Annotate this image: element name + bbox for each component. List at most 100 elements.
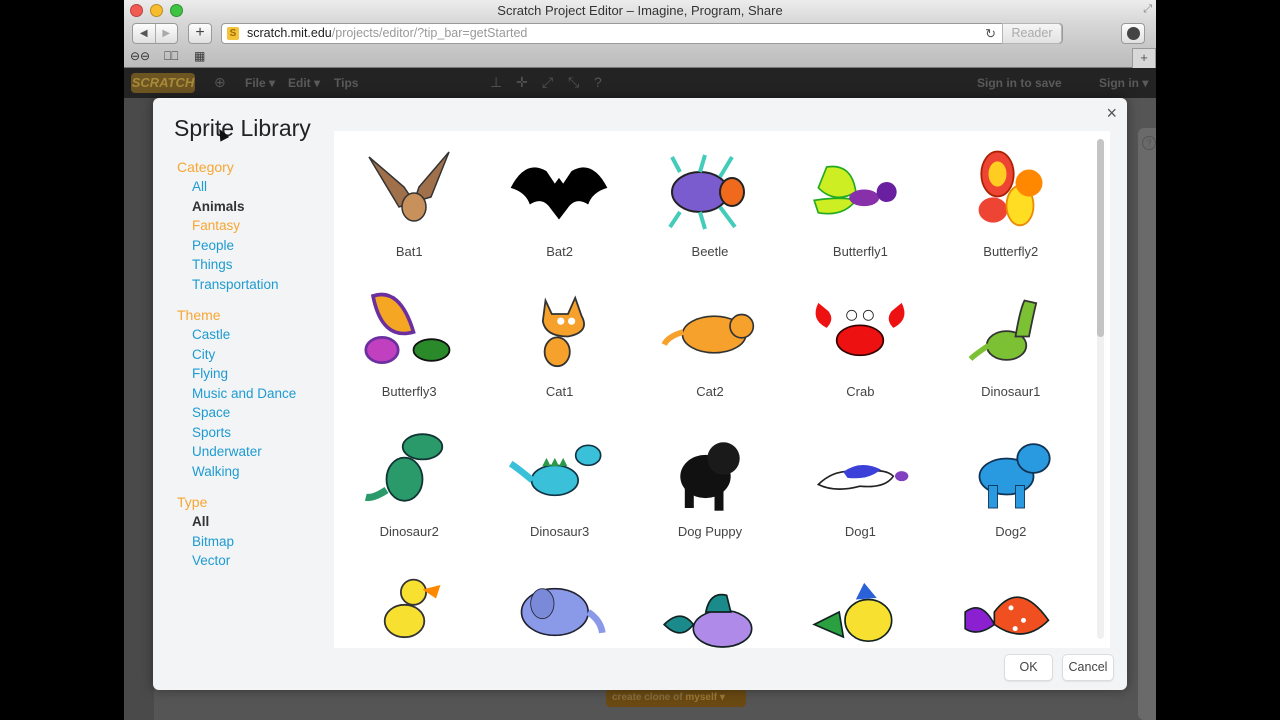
new-tab-button[interactable]: + (188, 23, 212, 44)
category-heading: Category (177, 159, 234, 175)
sprite-thumbnail (359, 567, 459, 648)
reading-list-icon[interactable]: ⊖⊖ (130, 49, 150, 63)
browser-window: Scratch Project Editor – Imagine, Progra… (124, 0, 1156, 720)
sprite-name: Dog2 (995, 524, 1027, 539)
bookmarks-icon[interactable]: ⎕⎕ (164, 49, 178, 64)
scrollbar[interactable] (1097, 139, 1104, 639)
scratch-logo[interactable]: SCRATCH (131, 73, 195, 93)
theme-walking[interactable]: Walking (177, 462, 337, 482)
sprite-item-dog1[interactable]: Dog1 (785, 411, 935, 551)
filter-sidebar: Category All Animals Fantasy People Things Tr… (177, 158, 337, 571)
theme-space[interactable]: Space (177, 403, 337, 423)
theme-underwater[interactable]: Underwater (177, 442, 337, 462)
theme-heading: Theme (177, 307, 221, 323)
cancel-button[interactable]: Cancel (1062, 654, 1114, 681)
sign-in-to-save-link[interactable]: Sign in to save (977, 76, 1062, 90)
sprite-item-butterfly2[interactable]: Butterfly2 (936, 131, 1086, 271)
category-all[interactable]: All (177, 177, 337, 197)
url-text[interactable]: scratch.mit.edu/projects/editor/?tip_bar… (247, 26, 527, 40)
url-path: /projects/editor/?tip_bar=getStarted (331, 26, 528, 40)
scrollbar-thumb[interactable] (1097, 139, 1104, 337)
sprite-item-duck[interactable]: Duck (334, 551, 484, 648)
sprite-name: Dog1 (844, 524, 876, 539)
sprite-item-bat1[interactable]: Bat1 (334, 131, 484, 271)
sprite-thumbnail (359, 427, 459, 517)
bookmarks-bar: ⊖⊖ ⎕⎕ ▦ + (124, 46, 1156, 68)
scratch-menubar: SCRATCH ⊕ File ▾ Edit ▾ Tips ⊥ ✛ ⤢ ⤡ ? S… (124, 68, 1156, 98)
sprite-item-cat1[interactable]: Cat1 (484, 271, 634, 411)
sprite-thumbnail (961, 287, 1061, 377)
top-sites-icon[interactable]: ▦ (194, 49, 205, 63)
help-icon[interactable]: ? (594, 74, 602, 90)
type-heading: Type (177, 494, 208, 510)
cut-icon[interactable]: ✛ (516, 74, 528, 91)
sprite-name: Beetle (691, 244, 729, 259)
file-menu[interactable]: File ▾ (245, 76, 275, 90)
sprite-item-dog-puppy[interactable]: Dog Puppy (635, 411, 785, 551)
sprite-item-beetle[interactable]: Beetle (635, 131, 785, 271)
browser-toolbar: ◀ ▶ + S scratch.mit.edu/projects/editor/… (124, 22, 1156, 46)
sprite-name: Cat1 (545, 384, 574, 399)
sprite-item-dinosaur3[interactable]: Dinosaur3 (484, 411, 634, 551)
tips-menu[interactable]: Tips (334, 76, 358, 90)
category-transportation[interactable]: Transportation (177, 275, 337, 295)
type-all[interactable]: All (177, 512, 337, 532)
sprite-name: Bat1 (395, 244, 423, 259)
shrink-icon[interactable]: ⤡ (568, 74, 579, 91)
sprite-item-fish2[interactable]: Fish2 (785, 551, 935, 648)
sprite-item-butterfly3[interactable]: Butterfly3 (334, 271, 484, 411)
theme-music-and-dance[interactable]: Music and Dance (177, 384, 337, 404)
sprite-item-fish3[interactable]: Fish3 (936, 551, 1086, 648)
sprite-item-butterfly1[interactable]: Butterfly1 (785, 131, 935, 271)
add-tab-button[interactable]: + (1132, 48, 1156, 68)
category-fantasy[interactable]: Fantasy (177, 216, 337, 236)
ok-button[interactable]: OK (1004, 654, 1053, 681)
sprite-thumbnail (359, 287, 459, 377)
category-people[interactable]: People (177, 236, 337, 256)
category-animals[interactable]: Animals (177, 197, 337, 217)
edit-menu[interactable]: Edit ▾ (288, 76, 320, 90)
theme-castle[interactable]: Castle (177, 325, 337, 345)
sign-in-menu[interactable]: Sign in ▾ (1099, 76, 1148, 90)
sprite-name: Dinosaur3 (529, 524, 590, 539)
sprite-thumbnail (509, 427, 609, 517)
sprite-item-fish1[interactable]: Fish1 (635, 551, 785, 648)
globe-icon[interactable]: ⊕ (214, 74, 226, 91)
theme-flying[interactable]: Flying (177, 364, 337, 384)
sprite-thumbnail (359, 147, 459, 237)
sprite-item-dog2[interactable]: Dog2 (936, 411, 1086, 551)
grow-icon[interactable]: ⤢ (542, 74, 553, 91)
sprite-item-cat2[interactable]: Cat2 (635, 271, 785, 411)
type-bitmap[interactable]: Bitmap (177, 532, 337, 552)
url-host: scratch.mit.edu (247, 26, 332, 40)
window-title: Scratch Project Editor – Imagine, Progra… (497, 3, 783, 18)
editor-background-right (1138, 128, 1156, 720)
sprite-thumbnail (810, 567, 910, 648)
sprite-item-elephant[interactable]: Elephant (484, 551, 634, 648)
sprite-name: Dinosaur1 (981, 384, 1041, 399)
category-things[interactable]: Things (177, 255, 337, 275)
downloads-icon[interactable] (1121, 23, 1145, 44)
sprite-item-bat2[interactable]: Bat2 (484, 131, 634, 271)
back-button[interactable]: ◀ (133, 24, 155, 43)
reader-button[interactable]: Reader (1002, 23, 1062, 44)
sprite-name: Bat2 (546, 244, 573, 259)
address-bar[interactable]: S scratch.mit.edu/projects/editor/?tip_b… (221, 23, 1063, 44)
duplicate-icon[interactable]: ⊥ (490, 74, 502, 91)
sprite-item-crab[interactable]: Crab (785, 271, 935, 411)
sprite-name: Butterfly1 (832, 244, 888, 259)
create-clone-block: create clone of myself ▾ (606, 689, 746, 707)
favicon-icon: S (227, 27, 239, 40)
sprite-item-dinosaur2[interactable]: Dinosaur2 (334, 411, 484, 551)
sprite-item-dinosaur1[interactable]: Dinosaur1 (936, 271, 1086, 411)
fullscreen-icon[interactable]: ⤢ (1143, 3, 1152, 16)
forward-button[interactable]: ▶ (154, 24, 178, 43)
reload-icon[interactable]: ↻ (985, 26, 996, 42)
type-vector[interactable]: Vector (177, 551, 337, 571)
sprite-name: Crab (846, 384, 875, 399)
close-icon[interactable]: × (1106, 103, 1117, 124)
theme-city[interactable]: City (177, 345, 337, 365)
sprite-thumbnail (509, 147, 609, 237)
editor-background-left (124, 98, 154, 720)
theme-sports[interactable]: Sports (177, 423, 337, 443)
